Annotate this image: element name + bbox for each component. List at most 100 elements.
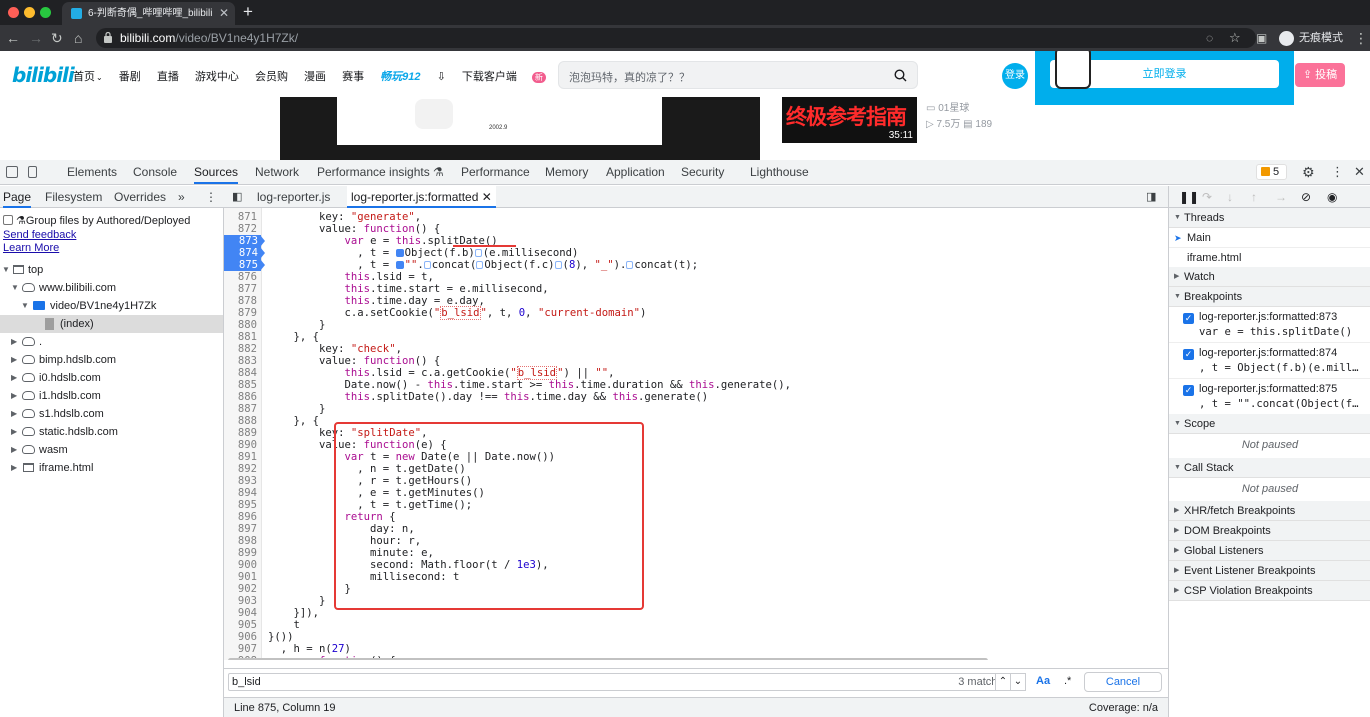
minimize-window-button[interactable] xyxy=(24,7,35,18)
tab-page[interactable]: Page xyxy=(3,186,32,208)
breakpoint-line-number[interactable]: 873 xyxy=(224,235,261,247)
step-over-icon[interactable]: ↷ xyxy=(1202,190,1212,204)
line-number[interactable]: 872 xyxy=(224,223,260,235)
breakpoint-checkbox[interactable]: ✓ xyxy=(1183,313,1194,324)
site-nav-item[interactable]: 直播 xyxy=(157,71,179,83)
group-files-checkbox[interactable] xyxy=(3,215,13,225)
line-number[interactable]: 880 xyxy=(224,319,260,331)
login-avatar-button[interactable]: 登录 xyxy=(1002,63,1028,89)
tree-item-file-selected[interactable]: (index) xyxy=(0,315,223,333)
address-bar[interactable]: bilibili.com/video/BV1ne4y1H7Zk/ xyxy=(96,28,1256,48)
group-files-option[interactable]: ⚗Group files by Authored/Deployed xyxy=(3,214,190,227)
line-number[interactable]: 885 xyxy=(224,379,260,391)
regex-toggle[interactable]: .* xyxy=(1064,675,1071,687)
devtools-more-icon[interactable]: ⋮ xyxy=(1331,160,1344,184)
toggle-navigator-icon[interactable]: ◧ xyxy=(232,186,242,208)
section-watch[interactable]: ▶ Watch xyxy=(1169,267,1370,287)
video-player[interactable]: 2002.9 xyxy=(280,97,760,160)
new-tab-icon[interactable]: + xyxy=(243,2,253,22)
recommended-video-thumbnail[interactable]: 终极参考指南 35:11 xyxy=(782,97,917,143)
line-number[interactable]: 895 xyxy=(224,499,260,511)
tree-item-origin[interactable]: ▶ static.hdslb.com xyxy=(0,423,223,441)
line-number[interactable]: 906 xyxy=(224,631,260,643)
send-feedback-link[interactable]: Send feedback xyxy=(3,229,76,241)
tree-item-origin[interactable]: ▶ bimp.hdslb.com xyxy=(0,351,223,369)
line-number[interactable]: 907 xyxy=(224,643,260,655)
site-nav-item[interactable]: 游戏中心 xyxy=(195,71,239,83)
tree-item-origin[interactable]: ▶ i1.hdslb.com xyxy=(0,387,223,405)
close-tab-icon[interactable]: ✕ xyxy=(219,2,229,25)
breakpoint-line-number[interactable]: 875 xyxy=(224,259,261,271)
line-number[interactable]: 883 xyxy=(224,355,260,367)
browser-tab[interactable]: 6-判断奇偶_哔哩哔哩_bilibili ✕ xyxy=(62,2,235,25)
section-csp-breakpoints[interactable]: ▶ CSP Violation Breakpoints xyxy=(1169,581,1370,601)
tab-performance-insights[interactable]: Performance insights ⚗ xyxy=(317,160,444,184)
tab-sources[interactable]: Sources xyxy=(194,160,239,184)
uploader-name[interactable]: ▭ 01星球 xyxy=(926,99,969,114)
line-number[interactable]: 898 xyxy=(224,535,260,547)
download-client-link[interactable]: ⇩ 下载客户端 新 xyxy=(437,71,559,83)
tab-elements[interactable]: Elements xyxy=(67,160,117,184)
bilibili-logo[interactable]: bilibili xyxy=(12,63,75,87)
reload-icon[interactable]: ↻ xyxy=(51,29,63,47)
line-number[interactable]: 892 xyxy=(224,463,260,475)
breakpoint-checkbox[interactable]: ✓ xyxy=(1183,385,1194,396)
section-global-listeners[interactable]: ▶ Global Listeners xyxy=(1169,541,1370,561)
tab-network[interactable]: Network xyxy=(255,160,299,184)
coverage-status[interactable]: Coverage: n/a xyxy=(1089,698,1158,717)
deactivate-breakpoints-icon[interactable]: ⊘ xyxy=(1301,190,1311,204)
site-nav-highlight[interactable]: 畅玩912 xyxy=(380,71,420,83)
site-nav-item[interactable]: 漫画 xyxy=(304,71,326,83)
code-editor[interactable]: 871 872 873 874 875 876 877 878 879 880 881 882 883 8… xyxy=(224,208,1168,660)
match-case-toggle[interactable]: Aa xyxy=(1036,675,1050,687)
step-icon[interactable]: → xyxy=(1275,190,1287,204)
forward-icon[interactable]: → xyxy=(29,29,43,47)
line-number[interactable]: 881 xyxy=(224,331,260,343)
line-number[interactable]: 901 xyxy=(224,571,260,583)
zoom-window-button[interactable] xyxy=(40,7,51,18)
tab-lighthouse[interactable]: Lighthouse xyxy=(750,160,809,184)
line-number[interactable]: 886 xyxy=(224,391,260,403)
sidebar-icon[interactable]: ▣ xyxy=(1256,29,1267,47)
tab-security[interactable]: Security xyxy=(681,160,724,184)
section-scope[interactable]: ▼ Scope xyxy=(1169,414,1370,434)
breakpoint-item[interactable]: ✓ log-reporter.js:formatted:873 var e = … xyxy=(1169,307,1370,343)
line-number[interactable]: 884 xyxy=(224,367,260,379)
close-devtools-icon[interactable]: ✕ xyxy=(1354,160,1365,184)
tree-item-folder[interactable]: ▼ video/BV1ne4y1H7Zk xyxy=(0,297,223,315)
search-icon[interactable] xyxy=(894,69,907,82)
line-number[interactable]: 904 xyxy=(224,607,260,619)
section-xhr-breakpoints[interactable]: ▶ XHR/fetch Breakpoints xyxy=(1169,501,1370,521)
pause-on-exceptions-icon[interactable]: ◉ xyxy=(1327,190,1337,204)
horizontal-scrollbar[interactable] xyxy=(228,658,988,660)
tab-console[interactable]: Console xyxy=(133,160,177,184)
settings-gear-icon[interactable]: ⚙ xyxy=(1302,160,1315,184)
tree-item-origin[interactable]: ▶ i0.hdslb.com xyxy=(0,369,223,387)
breakpoint-item[interactable]: ✓ log-reporter.js:formatted:875 , t = ""… xyxy=(1169,379,1370,415)
toggle-debugger-icon[interactable]: ◨ xyxy=(1146,186,1156,208)
navigator-menu-icon[interactable]: ⋮ xyxy=(205,186,217,208)
thread-main[interactable]: ➤ Main xyxy=(1169,228,1370,248)
editor-tab-active[interactable]: log-reporter.js:formatted ✕ xyxy=(347,186,496,208)
line-number[interactable]: 905 xyxy=(224,619,260,631)
device-toolbar-icon[interactable] xyxy=(28,166,37,178)
section-event-listener-breakpoints[interactable]: ▶ Event Listener Breakpoints xyxy=(1169,561,1370,581)
section-call-stack[interactable]: ▼ Call Stack xyxy=(1169,458,1370,478)
line-number[interactable]: 903 xyxy=(224,595,260,607)
line-number[interactable]: 897 xyxy=(224,523,260,535)
breakpoint-item[interactable]: ✓ log-reporter.js:formatted:874 , t = Ob… xyxy=(1169,343,1370,379)
site-search-input[interactable]: 泡泡玛特，真的凉了？？ xyxy=(558,61,918,89)
line-number[interactable]: 879 xyxy=(224,307,260,319)
line-number[interactable]: 887 xyxy=(224,403,260,415)
star-icon[interactable]: ☆ xyxy=(1229,29,1241,47)
step-out-icon[interactable]: ↑ xyxy=(1251,190,1257,204)
find-input[interactable]: b_lsid 3 matches xyxy=(228,673,1018,691)
line-number[interactable]: 899 xyxy=(224,547,260,559)
learn-more-link[interactable]: Learn More xyxy=(3,242,59,254)
next-match-icon[interactable]: ⌄ xyxy=(1010,673,1026,691)
line-number[interactable]: 894 xyxy=(224,487,260,499)
line-number[interactable]: 896 xyxy=(224,511,260,523)
close-tab-icon[interactable]: ✕ xyxy=(478,190,492,204)
more-menu-icon[interactable]: ⋮ xyxy=(1354,29,1368,47)
line-number[interactable]: 889 xyxy=(224,427,260,439)
